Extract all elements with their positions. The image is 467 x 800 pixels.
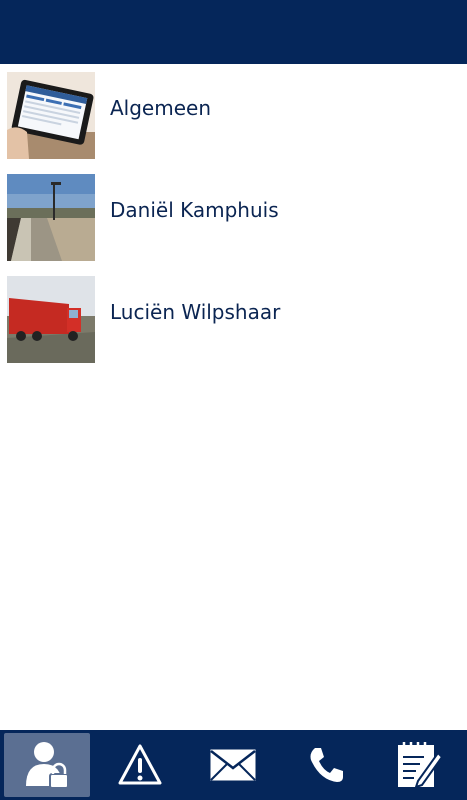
mail-icon xyxy=(209,749,256,781)
contact-name: Luciën Wilpshaar xyxy=(110,300,281,324)
contact-name: Algemeen xyxy=(110,96,212,120)
truck-thumbnail xyxy=(7,276,95,363)
warning-icon xyxy=(118,744,161,785)
list-item[interactable]: Luciën Wilpshaar xyxy=(0,268,467,364)
tab-phone[interactable] xyxy=(279,730,372,800)
notepad-icon xyxy=(397,742,443,789)
top-bar xyxy=(0,0,467,64)
list-item[interactable]: Algemeen xyxy=(0,64,467,160)
contact-name: Daniël Kamphuis xyxy=(110,198,279,222)
bottom-tab-bar xyxy=(0,730,467,800)
tablet-thumbnail xyxy=(7,72,95,159)
list-item[interactable]: Daniël Kamphuis xyxy=(0,166,467,262)
tab-warning[interactable] xyxy=(93,730,186,800)
phone-icon xyxy=(310,748,343,782)
railway-thumbnail xyxy=(7,174,95,261)
tab-notes[interactable] xyxy=(372,730,465,800)
tab-contacts[interactable] xyxy=(0,730,93,800)
tab-mail[interactable] xyxy=(186,730,279,800)
contact-lock-icon xyxy=(25,742,69,789)
